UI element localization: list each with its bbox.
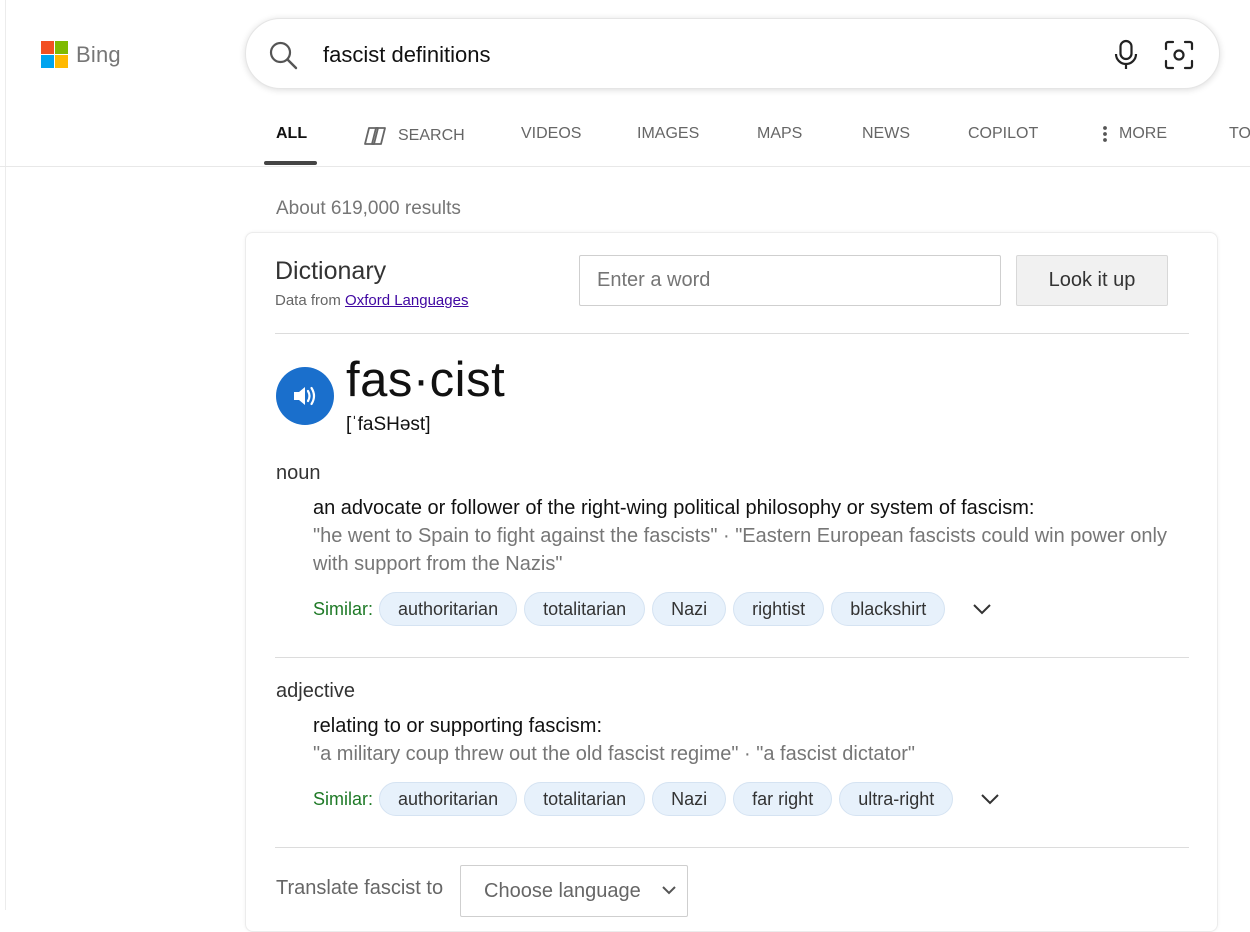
tab-videos[interactable]: VIDEOS — [521, 125, 581, 143]
tab-images[interactable]: IMAGES — [637, 125, 699, 143]
search-icon[interactable] — [268, 40, 298, 75]
chevron-down-icon — [662, 886, 676, 895]
search-tabs: ALL SEARCH VIDEOS IMAGES MAPS NEWS COPIL… — [0, 116, 1250, 167]
tab-maps[interactable]: MAPS — [757, 125, 802, 143]
similar-word-chip[interactable]: totalitarian — [524, 592, 646, 626]
search-box[interactable]: fascist definitions — [245, 18, 1220, 89]
bing-logo[interactable]: Bing — [41, 41, 121, 68]
speaker-icon — [294, 386, 316, 406]
divider — [275, 847, 1189, 848]
search-input[interactable]: fascist definitions — [323, 42, 491, 68]
similar-word-chip[interactable]: ultra-right — [839, 782, 954, 816]
divider — [275, 657, 1189, 658]
dictionary-card: Dictionary Data from Oxford Languages Lo… — [245, 232, 1218, 932]
tab-tools[interactable]: TO — [1229, 125, 1250, 143]
similar-word-chip[interactable]: rightist — [733, 592, 825, 626]
more-dots-icon — [1103, 126, 1107, 142]
visual-search-icon[interactable] — [1163, 39, 1195, 76]
definition: relating to or supporting fascism: — [313, 715, 603, 737]
similar-word-chip[interactable]: authoritarian — [379, 782, 518, 816]
source-prefix: Data from — [275, 292, 341, 309]
tab-news[interactable]: NEWS — [862, 125, 910, 143]
similar-word-chip[interactable]: totalitarian — [524, 782, 646, 816]
microsoft-logo-icon — [41, 41, 68, 68]
part-of-speech: noun — [276, 462, 321, 484]
similar-label: Similar: — [313, 788, 374, 809]
tab-all[interactable]: ALL — [276, 125, 307, 143]
definition: an advocate or follower of the right-win… — [313, 497, 1035, 519]
active-tab-indicator — [264, 161, 317, 165]
tab-copilot[interactable]: COPILOT — [968, 125, 1038, 143]
word-lookup-input[interactable] — [579, 255, 1001, 306]
pronunciation-audio-button[interactable] — [276, 367, 334, 425]
dictionary-source: Data from Oxford Languages — [275, 292, 468, 309]
similar-label: Similar: — [313, 598, 374, 619]
translate-label: Translate fascist to — [276, 877, 444, 899]
result-count: About 619,000 results — [276, 198, 461, 219]
similar-words: Similar: authoritarian totalitarian Nazi… — [313, 591, 992, 627]
microphone-icon[interactable] — [1113, 39, 1139, 76]
brand-name: Bing — [76, 41, 121, 67]
chevron-down-icon[interactable] — [980, 793, 1000, 805]
example-usage: "he went to Spain to fight against the f… — [313, 525, 1167, 575]
look-it-up-button[interactable]: Look it up — [1016, 255, 1168, 306]
headword: fas·cist — [346, 353, 506, 407]
part-of-speech: adjective — [276, 680, 355, 702]
similar-word-chip[interactable]: far right — [733, 782, 833, 816]
example-usage: "a military coup threw out the old fasci… — [313, 743, 915, 765]
similar-word-chip[interactable]: Nazi — [652, 592, 727, 626]
copilot-search-icon — [364, 127, 386, 145]
dictionary-title: Dictionary — [275, 257, 387, 285]
chevron-down-icon[interactable] — [972, 603, 992, 615]
tab-search-label: SEARCH — [398, 127, 465, 144]
language-select-value: Choose language — [484, 879, 641, 902]
tab-search[interactable]: SEARCH — [364, 125, 465, 147]
language-select[interactable]: Choose language — [460, 865, 688, 917]
tab-more-label: MORE — [1119, 125, 1167, 142]
similar-word-chip[interactable]: blackshirt — [831, 592, 946, 626]
similar-word-chip[interactable]: Nazi — [652, 782, 727, 816]
similar-word-chip[interactable]: authoritarian — [379, 592, 518, 626]
similar-words: Similar: authoritarian totalitarian Nazi… — [313, 781, 1000, 817]
pronunciation: [ˈfaSHəst] — [346, 414, 431, 435]
tab-more[interactable]: MORE — [1101, 125, 1167, 143]
divider — [275, 333, 1189, 334]
oxford-languages-link[interactable]: Oxford Languages — [345, 292, 468, 309]
